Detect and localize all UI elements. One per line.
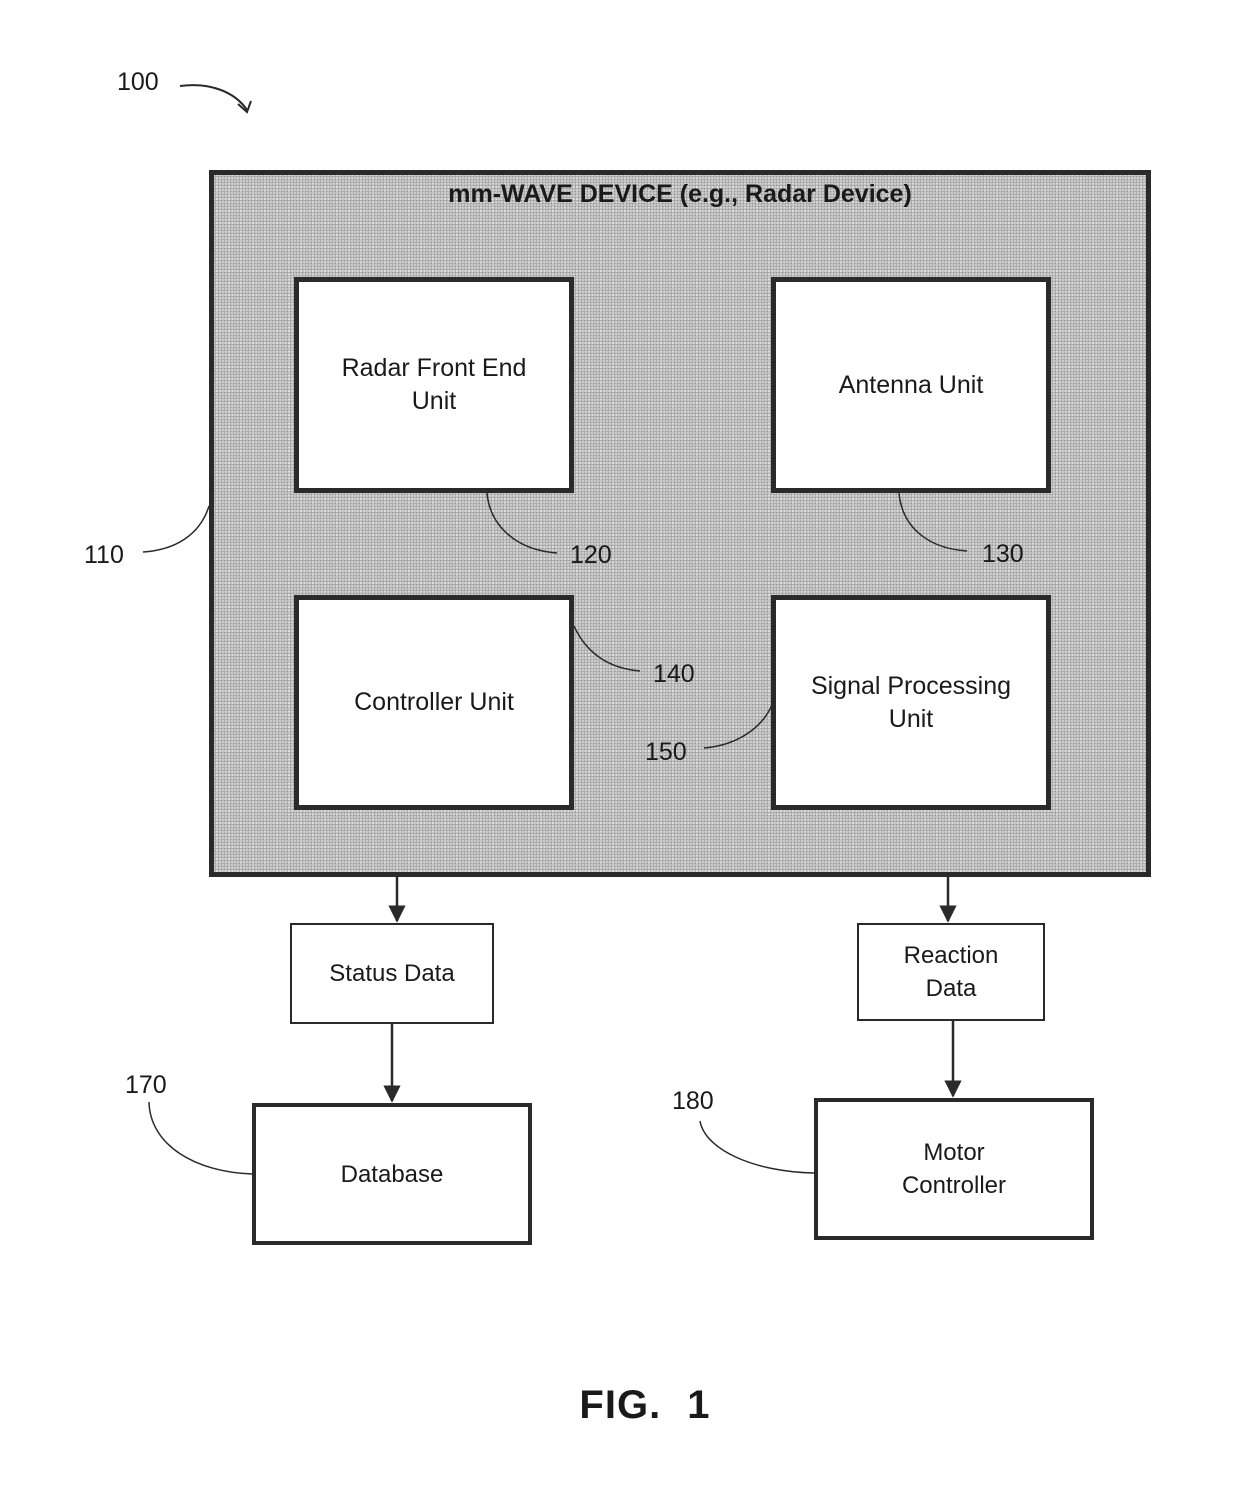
radar-front-end-unit: Radar Front End Unit <box>294 277 574 493</box>
motor-controller-ref-label: 180 <box>672 1087 714 1115</box>
radar-front-end-ref-label: 120 <box>570 541 612 569</box>
database-label: Database <box>340 1160 444 1188</box>
status-data-box: Status Data <box>290 923 494 1024</box>
motor-controller-box: Motor Controller <box>814 1098 1094 1240</box>
system-ref-arrowhead-icon <box>237 100 252 114</box>
database-box: Database <box>252 1103 532 1245</box>
device-ref-label: 110 <box>84 541 124 569</box>
database-ref-label: 170 <box>125 1071 167 1099</box>
radar-front-end-unit-label: Radar Front End Unit <box>341 354 527 415</box>
controller-unit-label: Controller Unit <box>354 688 514 716</box>
antenna-unit: Antenna Unit <box>771 277 1051 493</box>
figure-caption: FIG. 1 <box>579 1383 711 1427</box>
reaction-data-box: Reaction Data <box>857 923 1045 1021</box>
database-ref-leader <box>148 1101 253 1175</box>
system-ref-leader-arrow <box>179 84 248 111</box>
signal-processing-ref-label: 150 <box>645 738 687 766</box>
antenna-unit-label: Antenna Unit <box>838 370 984 399</box>
motor-controller-label: Motor Controller <box>901 1139 1007 1199</box>
reaction-data-label: Reaction Data <box>903 942 999 1002</box>
controller-unit: Controller Unit <box>294 595 574 810</box>
controller-ref-label: 140 <box>653 660 695 688</box>
status-data-label: Status Data <box>329 960 455 987</box>
motor-controller-ref-leader <box>699 1120 815 1174</box>
device-title: mm-WAVE DEVICE (e.g., Radar Device) <box>448 180 912 208</box>
system-ref-label: 100 <box>117 68 159 96</box>
antenna-ref-label: 130 <box>982 540 1024 568</box>
device-ref-leader <box>142 505 210 553</box>
signal-processing-unit: Signal Processing Unit <box>771 595 1051 810</box>
signal-processing-unit-label: Signal Processing Unit <box>810 671 1012 733</box>
